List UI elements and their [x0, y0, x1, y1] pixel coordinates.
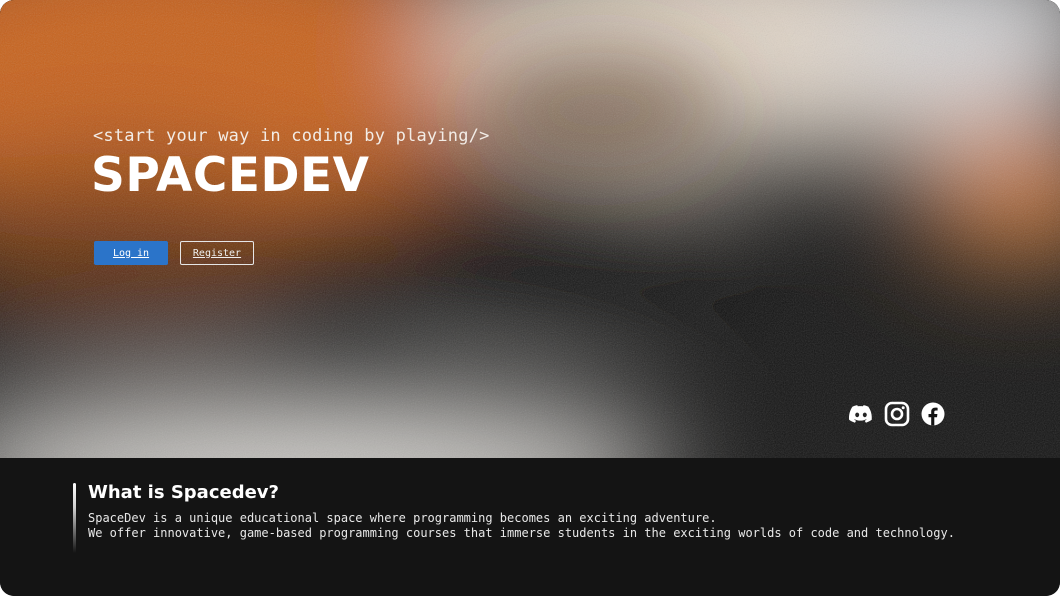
hero-tagline: <start your way in coding by playing/>	[93, 126, 490, 146]
about-title: What is Spacedev?	[88, 482, 279, 503]
page-frame: <start your way in coding by playing/> S…	[0, 0, 1060, 596]
instagram-icon[interactable]	[884, 401, 910, 427]
about-line-2: We offer innovative, game-based programm…	[88, 526, 955, 540]
hero-section: <start your way in coding by playing/> S…	[0, 0, 1060, 458]
facebook-icon[interactable]	[920, 401, 946, 427]
about-accent-bar	[73, 483, 76, 553]
hero-gradient-background	[0, 0, 1060, 458]
about-section: What is Spacedev? SpaceDev is a unique e…	[0, 458, 1060, 596]
about-line-1: SpaceDev is a unique educational space w…	[88, 511, 717, 525]
social-links	[848, 401, 946, 427]
brand-title: SPACEDEV	[91, 148, 370, 203]
about-description: SpaceDev is a unique educational space w…	[88, 511, 955, 541]
register-button[interactable]: Register	[180, 241, 254, 265]
login-button[interactable]: Log in	[94, 241, 168, 265]
discord-icon[interactable]	[848, 401, 874, 427]
